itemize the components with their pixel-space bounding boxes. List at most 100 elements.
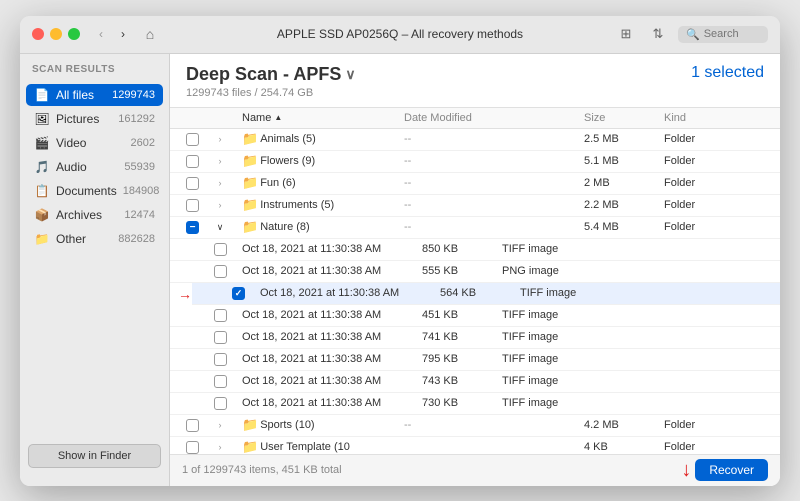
- row-checkbox[interactable]: [186, 177, 199, 190]
- table-row: ⬜ Zen.tif Oct 18, 2021 at 11:30:38 AM 73…: [170, 393, 780, 415]
- file-name-cell: 📁 Fun (6): [242, 175, 404, 191]
- row-checkbox[interactable]: [186, 133, 199, 146]
- maximize-button[interactable]: [68, 28, 80, 40]
- nav-controls: ‹ ›: [92, 25, 132, 43]
- row-checkbox[interactable]: [186, 199, 199, 212]
- window-title: APPLE SSD AP0256Q – All recovery methods: [277, 27, 523, 41]
- leaf-row-wrapper: → ⬜ Leaf.tif Oct 18, 2021 at 11:30:38 AM…: [170, 283, 780, 305]
- kind-cell: TIFF image: [502, 309, 602, 321]
- close-button[interactable]: [32, 28, 44, 40]
- size-cell: 4.2 MB: [584, 419, 664, 431]
- sidebar-item-other[interactable]: 📁 Other 882628: [26, 228, 163, 250]
- row-checkbox[interactable]: [214, 397, 227, 410]
- kind-cell: TIFF image: [502, 397, 602, 409]
- folder-icon: 📁: [242, 175, 258, 191]
- date-cell: Oct 18, 2021 at 11:30:38 AM: [242, 265, 422, 277]
- date-cell: Oct 18, 2021 at 11:30:38 AM: [242, 375, 422, 387]
- sidebar: Scan results 📄 All files 1299743 🖼 Pictu…: [20, 54, 170, 486]
- row-checkbox[interactable]: [214, 309, 227, 322]
- expand-icon[interactable]: ›: [214, 155, 226, 167]
- sort-icon[interactable]: ⇅: [646, 22, 670, 46]
- col-size-header[interactable]: Size: [584, 112, 664, 124]
- sidebar-label-all-files: All files: [56, 88, 106, 102]
- file-name: Nature (8): [260, 221, 310, 233]
- date-cell: --: [404, 133, 584, 145]
- traffic-lights: [32, 28, 80, 40]
- chevron-down-icon[interactable]: ∨: [345, 66, 355, 83]
- table-row: ⬜ Sandollar.tif Oct 18, 2021 at 11:30:38…: [170, 349, 780, 371]
- date-cell: --: [404, 177, 584, 189]
- row-checkbox[interactable]: [214, 243, 227, 256]
- search-input[interactable]: [704, 28, 764, 40]
- table-row: › 📁 User Template (10 ✓ All recovery met…: [170, 437, 780, 454]
- row-checkbox[interactable]: [186, 419, 199, 432]
- expand-icon[interactable]: ›: [214, 441, 226, 453]
- kind-cell: TIFF image: [502, 331, 602, 343]
- table-row: ⬜ Earth.png Oct 18, 2021 at 11:30:38 AM …: [170, 261, 780, 283]
- size-cell: 555 KB: [422, 265, 502, 277]
- row-checkbox[interactable]: [214, 375, 227, 388]
- video-icon: 🎬: [34, 135, 50, 151]
- sidebar-item-video[interactable]: 🎬 Video 2602: [26, 132, 163, 154]
- row-checkbox[interactable]: [186, 221, 199, 234]
- scan-title: Deep Scan - APFS ∨: [186, 64, 356, 85]
- col-checkbox-header: [186, 112, 214, 124]
- date-cell: --: [404, 221, 584, 233]
- row-checkbox[interactable]: [214, 331, 227, 344]
- col-name-header[interactable]: Name ▲: [242, 112, 404, 124]
- file-name-cell: 📁 Animals (5): [242, 131, 404, 147]
- row-checkbox[interactable]: [186, 155, 199, 168]
- file-name: Animals (5): [260, 133, 316, 145]
- recover-button[interactable]: Recover: [695, 459, 768, 481]
- col-kind-header[interactable]: Kind: [664, 112, 764, 124]
- row-checkbox[interactable]: [186, 441, 199, 454]
- size-cell: 743 KB: [422, 375, 502, 387]
- sidebar-title: Scan results: [20, 64, 169, 83]
- sidebar-item-audio[interactable]: 🎵 Audio 55939: [26, 156, 163, 178]
- kind-cell: Folder: [664, 177, 764, 189]
- archives-icon: 📦: [34, 207, 50, 223]
- sidebar-item-documents[interactable]: 📋 Documents 184908: [26, 180, 163, 202]
- sidebar-count-other: 882628: [118, 233, 155, 245]
- minimize-button[interactable]: [50, 28, 62, 40]
- forward-button[interactable]: ›: [114, 25, 132, 43]
- row-checkbox[interactable]: [232, 287, 245, 300]
- scan-subtitle: 1299743 files / 254.74 GB: [186, 87, 356, 99]
- row-checkbox[interactable]: [214, 265, 227, 278]
- titlebar-right: ⊞ ⇅ 🔍: [614, 22, 768, 46]
- sidebar-item-all-files[interactable]: 📄 All files 1299743: [26, 84, 163, 106]
- main-area: Deep Scan - APFS ∨ 1299743 files / 254.7…: [170, 54, 780, 486]
- file-name: Fun (6): [260, 177, 295, 189]
- show-finder-button[interactable]: Show in Finder: [28, 444, 161, 468]
- size-cell: 2.5 MB: [584, 133, 664, 145]
- col-date-header[interactable]: Date Modified: [404, 112, 584, 124]
- row-checkbox[interactable]: [214, 353, 227, 366]
- expand-icon[interactable]: ›: [214, 133, 226, 145]
- name-col-label: Name: [242, 112, 271, 124]
- table-row: › 📁 Fun (6) -- 2 MB Folder: [170, 173, 780, 195]
- table-row: › 📁 Flowers (9) -- 5.1 MB Folder: [170, 151, 780, 173]
- date-cell: Oct 18, 2021 at 11:30:38 AM: [242, 331, 422, 343]
- expand-icon[interactable]: ›: [214, 199, 226, 211]
- expand-icon[interactable]: ›: [214, 177, 226, 189]
- size-cell: 850 KB: [422, 243, 502, 255]
- grid-view-icon[interactable]: ⊞: [614, 22, 638, 46]
- file-name: Instruments (5): [260, 199, 334, 211]
- home-icon[interactable]: ⌂: [138, 22, 162, 46]
- back-button[interactable]: ‹: [92, 25, 110, 43]
- expand-icon[interactable]: ›: [214, 419, 226, 431]
- sidebar-item-archives[interactable]: 📦 Archives 12474: [26, 204, 163, 226]
- size-cell: 2.2 MB: [584, 199, 664, 211]
- expand-icon[interactable]: ∨: [214, 221, 226, 233]
- sidebar-count-archives: 12474: [124, 209, 155, 221]
- main-header: Deep Scan - APFS ∨ 1299743 files / 254.7…: [170, 54, 780, 108]
- scan-title-text: Deep Scan - APFS: [186, 64, 341, 85]
- sidebar-item-pictures[interactable]: 🖼 Pictures 161292: [26, 108, 163, 130]
- kind-cell: TIFF image: [502, 353, 602, 365]
- file-name-cell: 📁 Sports (10): [242, 417, 404, 433]
- sidebar-label-video: Video: [56, 136, 125, 150]
- search-box[interactable]: 🔍: [678, 26, 768, 43]
- date-cell: Oct 18, 2021 at 11:30:38 AM: [260, 287, 440, 299]
- size-cell: 5.4 MB: [584, 221, 664, 233]
- kind-cell: Folder: [664, 155, 764, 167]
